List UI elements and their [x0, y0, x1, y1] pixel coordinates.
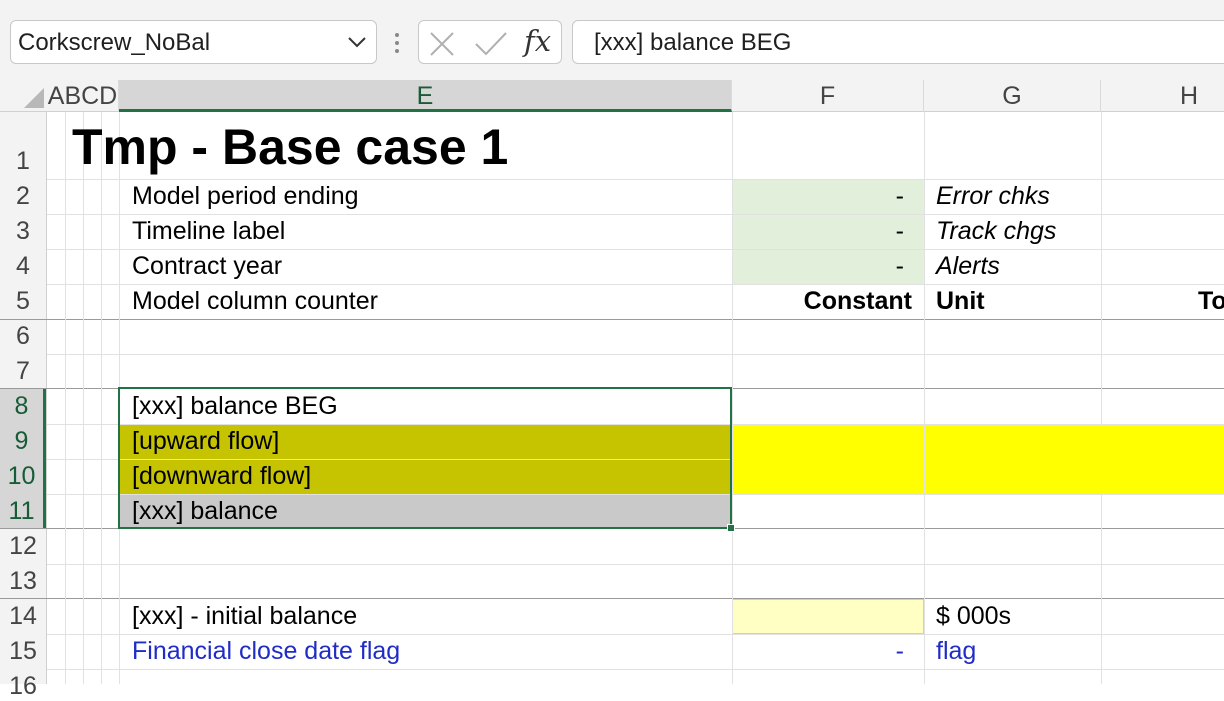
- initial-balance-input-cell[interactable]: [732, 599, 924, 634]
- column-header-f[interactable]: F: [732, 80, 924, 112]
- cell-f5[interactable]: Constant: [732, 287, 912, 316]
- grid-line: [47, 669, 1224, 670]
- row-header-5[interactable]: 5: [0, 287, 46, 316]
- cell-g3[interactable]: Track chgs: [936, 217, 1056, 246]
- row-header-4[interactable]: 4: [0, 252, 46, 281]
- function-fx-icon[interactable]: fx: [524, 24, 551, 58]
- cell-e14[interactable]: [xxx] - initial balance: [132, 602, 357, 631]
- formula-input-value: [xxx] balance BEG: [594, 29, 792, 56]
- row-header-8[interactable]: 8: [0, 389, 46, 424]
- name-box-value: Corkscrew_NoBal: [18, 29, 211, 56]
- cell-e15[interactable]: Financial close date flag: [132, 637, 400, 666]
- row-header-13[interactable]: 13: [0, 567, 46, 596]
- row-header-10[interactable]: 10: [0, 459, 46, 494]
- cell-e2[interactable]: Model period ending: [132, 182, 359, 211]
- grid-line: [924, 112, 925, 684]
- grid-line: [47, 249, 1224, 250]
- grid-line: [47, 564, 1224, 565]
- cell-g2[interactable]: Error chks: [936, 182, 1050, 211]
- section-border: [0, 319, 1224, 320]
- cell-e4[interactable]: Contract year: [132, 252, 282, 281]
- cell-f4[interactable]: -: [732, 252, 904, 281]
- row-header-2[interactable]: 2: [0, 182, 46, 211]
- cell-h5[interactable]: To: [1198, 287, 1224, 316]
- column-header-g[interactable]: G: [924, 80, 1101, 112]
- grid-line: [101, 112, 102, 684]
- selection-range[interactable]: [118, 387, 732, 529]
- row-header-15[interactable]: 15: [0, 637, 46, 666]
- grid-line: [1101, 112, 1102, 684]
- row-header-11[interactable]: 11: [0, 494, 46, 529]
- row-header-14[interactable]: 14: [0, 602, 46, 631]
- cancel-x-icon[interactable]: [428, 30, 456, 58]
- grid-line: [47, 634, 1224, 635]
- cell-e3[interactable]: Timeline label: [132, 217, 285, 246]
- more-vertical-icon[interactable]: [390, 30, 404, 56]
- column-header-abcd[interactable]: ABCD: [47, 80, 119, 112]
- enter-check-icon[interactable]: [474, 30, 508, 58]
- row-header-1[interactable]: 1: [0, 147, 46, 176]
- row-header-16[interactable]: 16: [0, 672, 46, 701]
- grid-line: [65, 112, 66, 684]
- row-header-3[interactable]: 3: [0, 217, 46, 246]
- cell-g14[interactable]: $ 000s: [936, 602, 1011, 631]
- cell-g5[interactable]: Unit: [936, 287, 985, 316]
- cell-f15[interactable]: -: [732, 637, 904, 666]
- row-header-12[interactable]: 12: [0, 532, 46, 561]
- cell-e5[interactable]: Model column counter: [132, 287, 378, 316]
- chevron-down-icon[interactable]: [345, 30, 369, 54]
- grid-line: [83, 112, 84, 684]
- grid-line: [47, 284, 1224, 285]
- fill-handle[interactable]: [727, 524, 735, 532]
- row-header-6[interactable]: 6: [0, 322, 46, 351]
- select-all-corner[interactable]: [24, 88, 44, 108]
- row-header-7[interactable]: 7: [0, 357, 46, 386]
- cell-g4[interactable]: Alerts: [936, 252, 1000, 281]
- cell-f3[interactable]: -: [732, 217, 904, 246]
- grid-line: [47, 354, 1224, 355]
- column-header-h[interactable]: H: [1101, 80, 1224, 112]
- cell-g15[interactable]: flag: [936, 637, 976, 666]
- column-header-e[interactable]: E: [119, 80, 732, 112]
- cell-f2[interactable]: -: [732, 182, 904, 211]
- grid-line: [47, 214, 1224, 215]
- grid-line: [47, 179, 1224, 180]
- sheet-title: Tmp - Base case 1: [72, 119, 509, 175]
- row-header-9[interactable]: 9: [0, 424, 46, 459]
- section-border: [0, 598, 1224, 599]
